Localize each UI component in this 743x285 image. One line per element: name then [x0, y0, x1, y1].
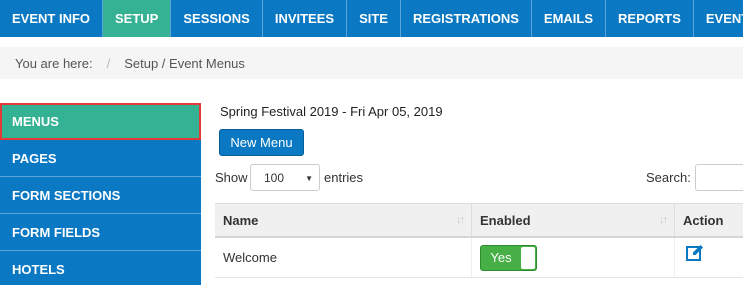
event-title: Spring Festival 2019 - Fri Apr 05, 2019 — [220, 104, 443, 119]
sort-icon: ↓↑ — [659, 214, 668, 226]
table-body: Welcome Yes — [215, 238, 743, 278]
tab-event-info[interactable]: EVENT INFO — [0, 0, 104, 37]
tab-invitees[interactable]: INVITEES — [263, 0, 348, 37]
sidebar-item-hotels[interactable]: HOTELS — [0, 251, 201, 285]
sidebar-item-pages[interactable]: PAGES — [0, 140, 201, 177]
enabled-toggle-label: Yes — [490, 250, 512, 265]
row-name: Welcome — [215, 238, 472, 277]
sidebar: MENUS PAGES FORM SECTIONS FORM FIELDS HO… — [0, 103, 201, 285]
breadcrumb-prefix: You are here: — [15, 55, 93, 71]
edit-icon[interactable] — [686, 244, 704, 262]
sidebar-item-form-fields[interactable]: FORM FIELDS — [0, 214, 201, 251]
column-header-action-label: Action — [683, 212, 724, 228]
entries-select[interactable]: 100 ▼ — [250, 164, 320, 191]
chevron-down-icon: ▼ — [305, 174, 313, 183]
menus-table: Name ↓↑ Enabled ↓↑ Action Welcome Yes — [215, 203, 743, 278]
tab-site[interactable]: SITE — [347, 0, 401, 37]
tab-setup[interactable]: SETUP — [103, 0, 172, 37]
sidebar-item-menus[interactable]: MENUS — [0, 103, 201, 140]
breadcrumb: You are here: / Setup / Event Menus — [0, 47, 743, 79]
sort-icon: ↓↑ — [456, 214, 465, 226]
column-header-enabled-label: Enabled — [480, 212, 531, 228]
search-label: Search: — [646, 170, 691, 185]
new-menu-button[interactable]: New Menu — [219, 129, 304, 156]
row-action — [675, 238, 743, 277]
column-header-name[interactable]: Name ↓↑ — [215, 204, 472, 236]
column-header-name-label: Name — [223, 212, 259, 228]
tab-sessions[interactable]: SESSIONS — [171, 0, 263, 37]
column-header-action: Action — [675, 204, 743, 236]
table-header: Name ↓↑ Enabled ↓↑ Action — [215, 203, 743, 238]
tab-registrations[interactable]: REGISTRATIONS — [401, 0, 532, 37]
tab-emails[interactable]: EMAILS — [532, 0, 607, 37]
row-enabled: Yes — [472, 238, 675, 277]
sidebar-item-form-sections[interactable]: FORM SECTIONS — [0, 177, 201, 214]
table-row: Welcome Yes — [215, 238, 743, 278]
tab-reports[interactable]: REPORTS — [606, 0, 694, 37]
search-input[interactable] — [695, 164, 743, 191]
breadcrumb-path[interactable]: Setup / Event Menus — [124, 56, 245, 71]
tab-events[interactable]: EVENTS — [694, 0, 743, 37]
enabled-toggle[interactable]: Yes — [480, 244, 537, 271]
column-header-enabled[interactable]: Enabled ↓↑ — [472, 204, 675, 236]
top-navigation: EVENT INFO SETUP SESSIONS INVITEES SITE … — [0, 0, 743, 37]
toggle-knob — [521, 246, 535, 269]
entries-select-value: 100 — [264, 170, 285, 185]
show-label: Show — [215, 170, 248, 185]
entries-label: entries — [324, 170, 364, 185]
breadcrumb-separator: / — [106, 55, 111, 71]
